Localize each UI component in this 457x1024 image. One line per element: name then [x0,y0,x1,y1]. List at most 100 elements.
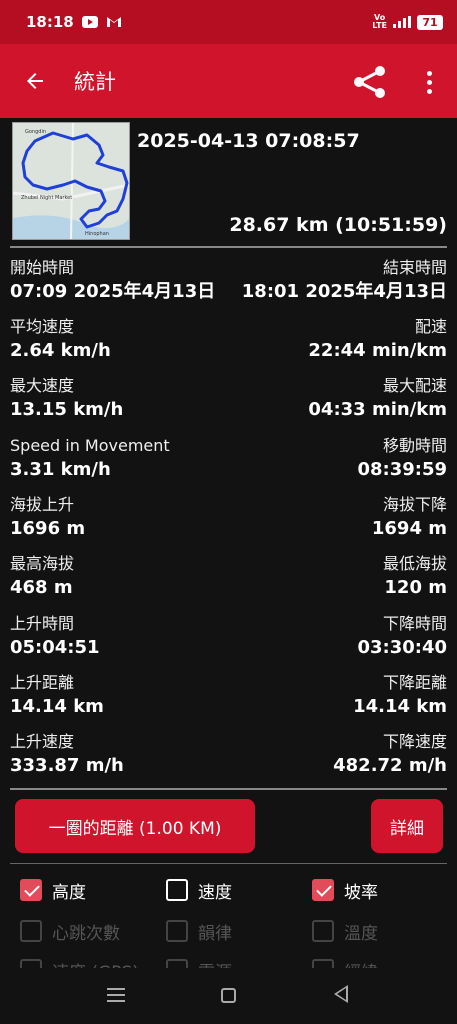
home-icon[interactable] [221,988,236,1003]
status-time: 18:18 [26,13,74,31]
checkbox-heart-rate: 心跳次數 [20,919,120,944]
checkbox-unchecked-icon [166,920,188,942]
stat-row: 平均速度 2.64 km/h 配速 22:44 min/km [10,317,447,375]
stat-value: 03:30:40 [357,637,447,658]
stat-label: 最高海拔 [10,554,75,573]
track-date: 2025-04-13 07:08:57 [137,130,360,152]
checkbox-elevation[interactable]: 高度 [20,878,86,903]
checkbox-cadence: 韻律 [166,919,232,944]
stat-value: 22:44 min/km [308,340,447,361]
stat-value: 333.87 m/h [10,755,124,776]
gmail-icon [106,16,122,28]
checkbox-slope[interactable]: 坡率 [312,878,378,903]
divider [10,863,447,864]
page-title: 統計 [74,70,116,94]
checkbox-latlon: 經緯 [312,958,378,968]
app-bar: 統計 [0,44,457,118]
battery-icon: 71 [417,14,443,30]
nav-back-icon[interactable] [334,985,348,1003]
track-summary: 28.67 km (10:51:59) [229,214,447,236]
stat-label: 配速 [414,317,447,336]
signal-icon [393,16,411,28]
checkbox-temperature: 溫度 [312,919,378,944]
lap-distance-button[interactable]: 一圈的距離 (1.00 KM) [15,799,255,853]
checkbox-unchecked-icon [166,959,188,968]
stat-value: 1694 m [371,518,447,539]
share-icon[interactable] [350,62,390,102]
youtube-icon [81,16,98,28]
stat-value: 1696 m [10,518,86,539]
stat-value: 04:33 min/km [308,399,447,420]
stat-label: 上升距離 [10,673,75,692]
checkbox-checked-icon [20,879,42,901]
stat-label: 下降距離 [382,673,447,692]
checkbox-label: 高度 [52,882,86,903]
status-bar: 18:18 Vo LTE 71 [0,0,457,44]
stat-row: 上升時間 05:04:51 下降時間 03:30:40 [10,614,447,672]
more-vert-icon[interactable] [414,62,444,102]
stat-label: 開始時間 [10,258,75,277]
map-label: Gongdin [25,129,46,135]
checkbox-label: 溫度 [344,923,378,944]
stat-row: 海拔上升 1696 m 海拔下降 1694 m [10,495,447,553]
stat-value: 14.14 km [353,696,447,717]
stat-row: 最高海拔 468 m 最低海拔 120 m [10,554,447,612]
stat-row: 上升距離 14.14 km 下降距離 14.14 km [10,673,447,731]
stat-label: 下降時間 [382,614,447,633]
checkbox-label: 心跳次數 [52,923,120,944]
stat-label: 最低海拔 [382,554,447,573]
divider [10,788,447,790]
checkbox-checked-icon [312,879,334,901]
stat-label: 上升速度 [10,732,75,751]
system-nav-bar [0,968,457,1024]
checkbox-label: 速度 (GPS) [52,958,139,969]
recent-apps-icon[interactable] [107,988,125,1002]
detail-button[interactable]: 詳細 [371,799,443,853]
stat-label: Speed in Movement [10,436,170,455]
stat-label: 海拔下降 [382,495,447,514]
stat-value: 482.72 m/h [333,755,447,776]
checkbox-label: 經緯 [344,958,378,969]
stat-label: 結束時間 [382,258,447,277]
track-map-thumbnail[interactable]: Gongdin Zhubei Night Market Hinophan [12,122,130,240]
stat-label: 移動時間 [382,436,447,455]
checkbox-label: 速度 [198,882,232,903]
stat-value: 13.15 km/h [10,399,124,420]
stat-label: 海拔上升 [10,495,75,514]
volte-icon: Vo LTE [372,13,387,30]
stat-label: 上升時間 [10,614,75,633]
checkbox-label: 電源 [198,958,232,969]
stat-row: 開始時間 07:09 2025年4月13日 結束時間 18:01 2025年4月13… [10,258,447,316]
stat-value: 2.64 km/h [10,340,111,361]
checkbox-unchecked-icon [166,879,188,901]
checkbox-label: 韻律 [198,923,232,944]
stat-value: 05:04:51 [10,637,100,658]
checkbox-unchecked-icon [312,920,334,942]
stat-row: 上升速度 333.87 m/h 下降速度 482.72 m/h [10,732,447,790]
stat-value: 18:01 2025年4月13日 [241,281,447,302]
stat-label: 最大配速 [382,376,447,395]
checkbox-unchecked-icon [312,959,334,968]
checkbox-gps-speed: 速度 (GPS) [20,958,139,968]
checkbox-label: 坡率 [344,882,378,903]
checkbox-unchecked-icon [20,920,42,942]
stat-value: 120 m [384,577,447,598]
stat-label: 平均速度 [10,317,75,336]
stat-value: 14.14 km [10,696,104,717]
stat-value: 07:09 2025年4月13日 [10,281,216,302]
checkbox-power: 電源 [166,958,232,968]
stat-label: 最大速度 [10,376,75,395]
back-arrow-icon[interactable] [0,44,70,118]
map-label: Hinophan [85,231,109,237]
map-label: Zhubei Night Market [21,195,72,201]
statistics-content[interactable]: Gongdin Zhubei Night Market Hinophan 202… [0,118,457,968]
stat-value: 468 m [10,577,73,598]
stat-value: 08:39:59 [357,459,447,480]
checkbox-speed[interactable]: 速度 [166,878,232,903]
divider [10,246,447,248]
stat-value: 3.31 km/h [10,459,111,480]
stat-row: Speed in Movement 3.31 km/h 移動時間 08:39:59 [10,436,447,494]
stat-row: 最大速度 13.15 km/h 最大配速 04:33 min/km [10,376,447,434]
stat-label: 下降速度 [382,732,447,751]
checkbox-unchecked-icon [20,959,42,968]
